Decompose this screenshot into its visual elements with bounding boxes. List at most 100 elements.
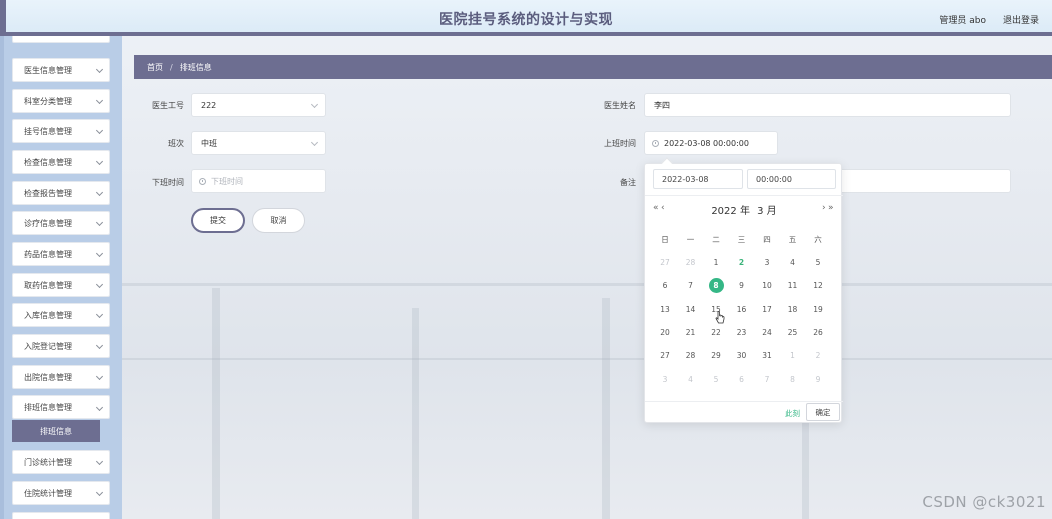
next-year-icon[interactable]: » [828, 203, 834, 213]
calendar-day-number: 4 [790, 258, 795, 267]
sidebar-item-registration[interactable]: 挂号信息管理 [12, 119, 110, 143]
calendar-day[interactable]: 6 [732, 372, 752, 388]
sidebar-item-medicine[interactable]: 药品信息管理 [12, 242, 110, 266]
calendar-day-number: 12 [813, 281, 823, 291]
sidebar-item-inpatient-stats[interactable]: 住院统计管理 [12, 481, 110, 505]
calendar-day[interactable]: 5 [706, 372, 726, 388]
sidebar-item-admission[interactable]: 入院登记管理 [12, 334, 110, 358]
doctor-name-value: 李四 [654, 100, 670, 110]
calendar-day[interactable]: 13 [655, 302, 675, 318]
calendar-day[interactable]: 16 [732, 302, 752, 318]
sidebar-item-schedule[interactable]: 排班信息管理 [12, 395, 110, 419]
end-time-label: 下班时间 [152, 178, 184, 187]
calendar-day[interactable]: 8 [783, 372, 803, 388]
calendar-day[interactable]: 17 [757, 302, 777, 318]
sidebar-item-stock-in[interactable]: 入库信息管理 [12, 303, 110, 327]
calendar-day[interactable]: 5 [808, 255, 828, 271]
calendar-day-number: 17 [762, 304, 772, 314]
calendar-day[interactable]: 23 [732, 325, 752, 341]
sidebar-item-discharge[interactable]: 出院信息管理 [12, 365, 110, 389]
calendar-day[interactable]: 14 [681, 302, 701, 318]
calendar-day[interactable]: 9 [732, 278, 752, 294]
doctor-id-value: 222 [201, 100, 217, 110]
app-title: 医院挂号系统的设计与实现 [439, 12, 613, 28]
sidebar-item-exam-report[interactable]: 检查报告管理 [12, 181, 110, 205]
calendar-day[interactable]: 1 [783, 348, 803, 364]
calendar-day[interactable]: 6 [655, 278, 675, 294]
submit-button[interactable]: 提交 [191, 208, 245, 233]
chevron-down-icon [95, 249, 104, 258]
sidebar-item-pickup[interactable]: 取药信息管理 [12, 273, 110, 297]
breadcrumb-home[interactable]: 首页 [147, 62, 163, 73]
calendar-day[interactable]: 28 [681, 255, 701, 271]
calendar-day[interactable]: 26 [808, 325, 828, 341]
sidebar-strip [0, 36, 4, 519]
calendar-day[interactable]: 27 [655, 255, 675, 271]
sidebar-item-label: 医生信息管理 [24, 65, 72, 75]
sidebar-item-treatment[interactable]: 诊疗信息管理 [12, 211, 110, 235]
picker-month-label[interactable]: 3 月 [757, 206, 777, 217]
calendar-day[interactable]: 27 [655, 348, 675, 364]
calendar-day[interactable]: 7 [681, 278, 701, 294]
calendar-day[interactable]: 2 [808, 348, 828, 364]
calendar-day[interactable]: 9 [808, 372, 828, 388]
calendar-day[interactable]: 29 [706, 348, 726, 364]
calendar-day[interactable]: 3 [655, 372, 675, 388]
calendar-day[interactable]: 4 [681, 372, 701, 388]
calendar-day-number: 5 [713, 374, 719, 384]
sidebar-item-doctor[interactable]: 医生信息管理 [12, 58, 110, 82]
calendar-day[interactable]: 28 [681, 348, 701, 364]
logout-link[interactable]: 退出登录 [1003, 13, 1039, 26]
end-time-input[interactable]: 下班时间 [191, 169, 326, 193]
picker-time-input[interactable]: 00:00:00 [747, 169, 836, 189]
sidebar-item-examination[interactable]: 检查信息管理 [12, 150, 110, 174]
calendar-day[interactable]: 1 [706, 255, 726, 271]
calendar-day-number: 20 [660, 327, 670, 337]
calendar-day-selected[interactable]: 8 [706, 277, 726, 294]
calendar-day-number: 28 [685, 351, 696, 361]
shift-select[interactable]: 中班 [191, 131, 326, 155]
start-time-input[interactable]: 2022-03-08 00:00:00 [644, 131, 778, 155]
picker-confirm-button[interactable]: 确定 [806, 403, 840, 421]
calendar-day[interactable]: 2 [732, 255, 752, 271]
chevron-down-icon [95, 188, 104, 197]
calendar-day[interactable]: 11 [783, 278, 803, 294]
sidebar-item-partial[interactable] [12, 36, 110, 43]
calendar-day[interactable]: 30 [732, 348, 752, 364]
sidebar-item-partial-bottom[interactable] [12, 512, 110, 519]
sidebar-subitem-schedule-info[interactable]: 排班信息 [12, 420, 100, 442]
chevron-down-icon [95, 157, 104, 166]
calendar-day[interactable]: 3 [757, 255, 777, 271]
doctor-name-input[interactable]: 李四 [644, 93, 1011, 117]
calendar-day-number: 9 [739, 281, 744, 291]
picker-year-label[interactable]: 2022 年 [711, 206, 750, 217]
cancel-button[interactable]: 取消 [252, 208, 305, 233]
remark-label: 备注 [620, 178, 636, 187]
calendar-day[interactable]: 12 [808, 278, 828, 294]
sidebar-item-outpatient-stats[interactable]: 门诊统计管理 [12, 450, 110, 474]
calendar-day[interactable]: 22 [706, 325, 726, 341]
calendar-day[interactable]: 4 [783, 255, 803, 271]
calendar-day[interactable]: 31 [757, 348, 777, 364]
picker-month-title: 2022 年 3 月 [645, 202, 843, 217]
picker-now-link[interactable]: 此刻 [785, 408, 800, 419]
breadcrumb-current: 排班信息 [179, 62, 212, 72]
calendar-day[interactable]: 25 [783, 325, 803, 341]
calendar-day-number: 7 [764, 374, 770, 384]
doctor-id-select[interactable]: 222 [191, 93, 326, 117]
picker-date-input[interactable]: 2022-03-08 [653, 169, 743, 189]
calendar-day[interactable]: 21 [681, 325, 701, 341]
calendar-day[interactable]: 7 [757, 372, 777, 388]
sidebar-item-label: 取药信息管理 [24, 280, 72, 290]
next-month-icon[interactable]: › [822, 203, 826, 213]
calendar-day[interactable]: 18 [783, 302, 803, 318]
calendar-day[interactable]: 24 [757, 325, 777, 341]
sidebar-item-label: 排班信息管理 [24, 402, 72, 412]
sidebar-item-label: 住院统计管理 [24, 488, 72, 498]
chevron-down-icon [95, 96, 104, 105]
calendar-day[interactable]: 20 [655, 325, 675, 341]
calendar-day[interactable]: 19 [808, 302, 828, 318]
clock-icon [652, 139, 659, 147]
sidebar-item-department[interactable]: 科室分类管理 [12, 89, 110, 113]
calendar-day[interactable]: 10 [757, 278, 777, 294]
